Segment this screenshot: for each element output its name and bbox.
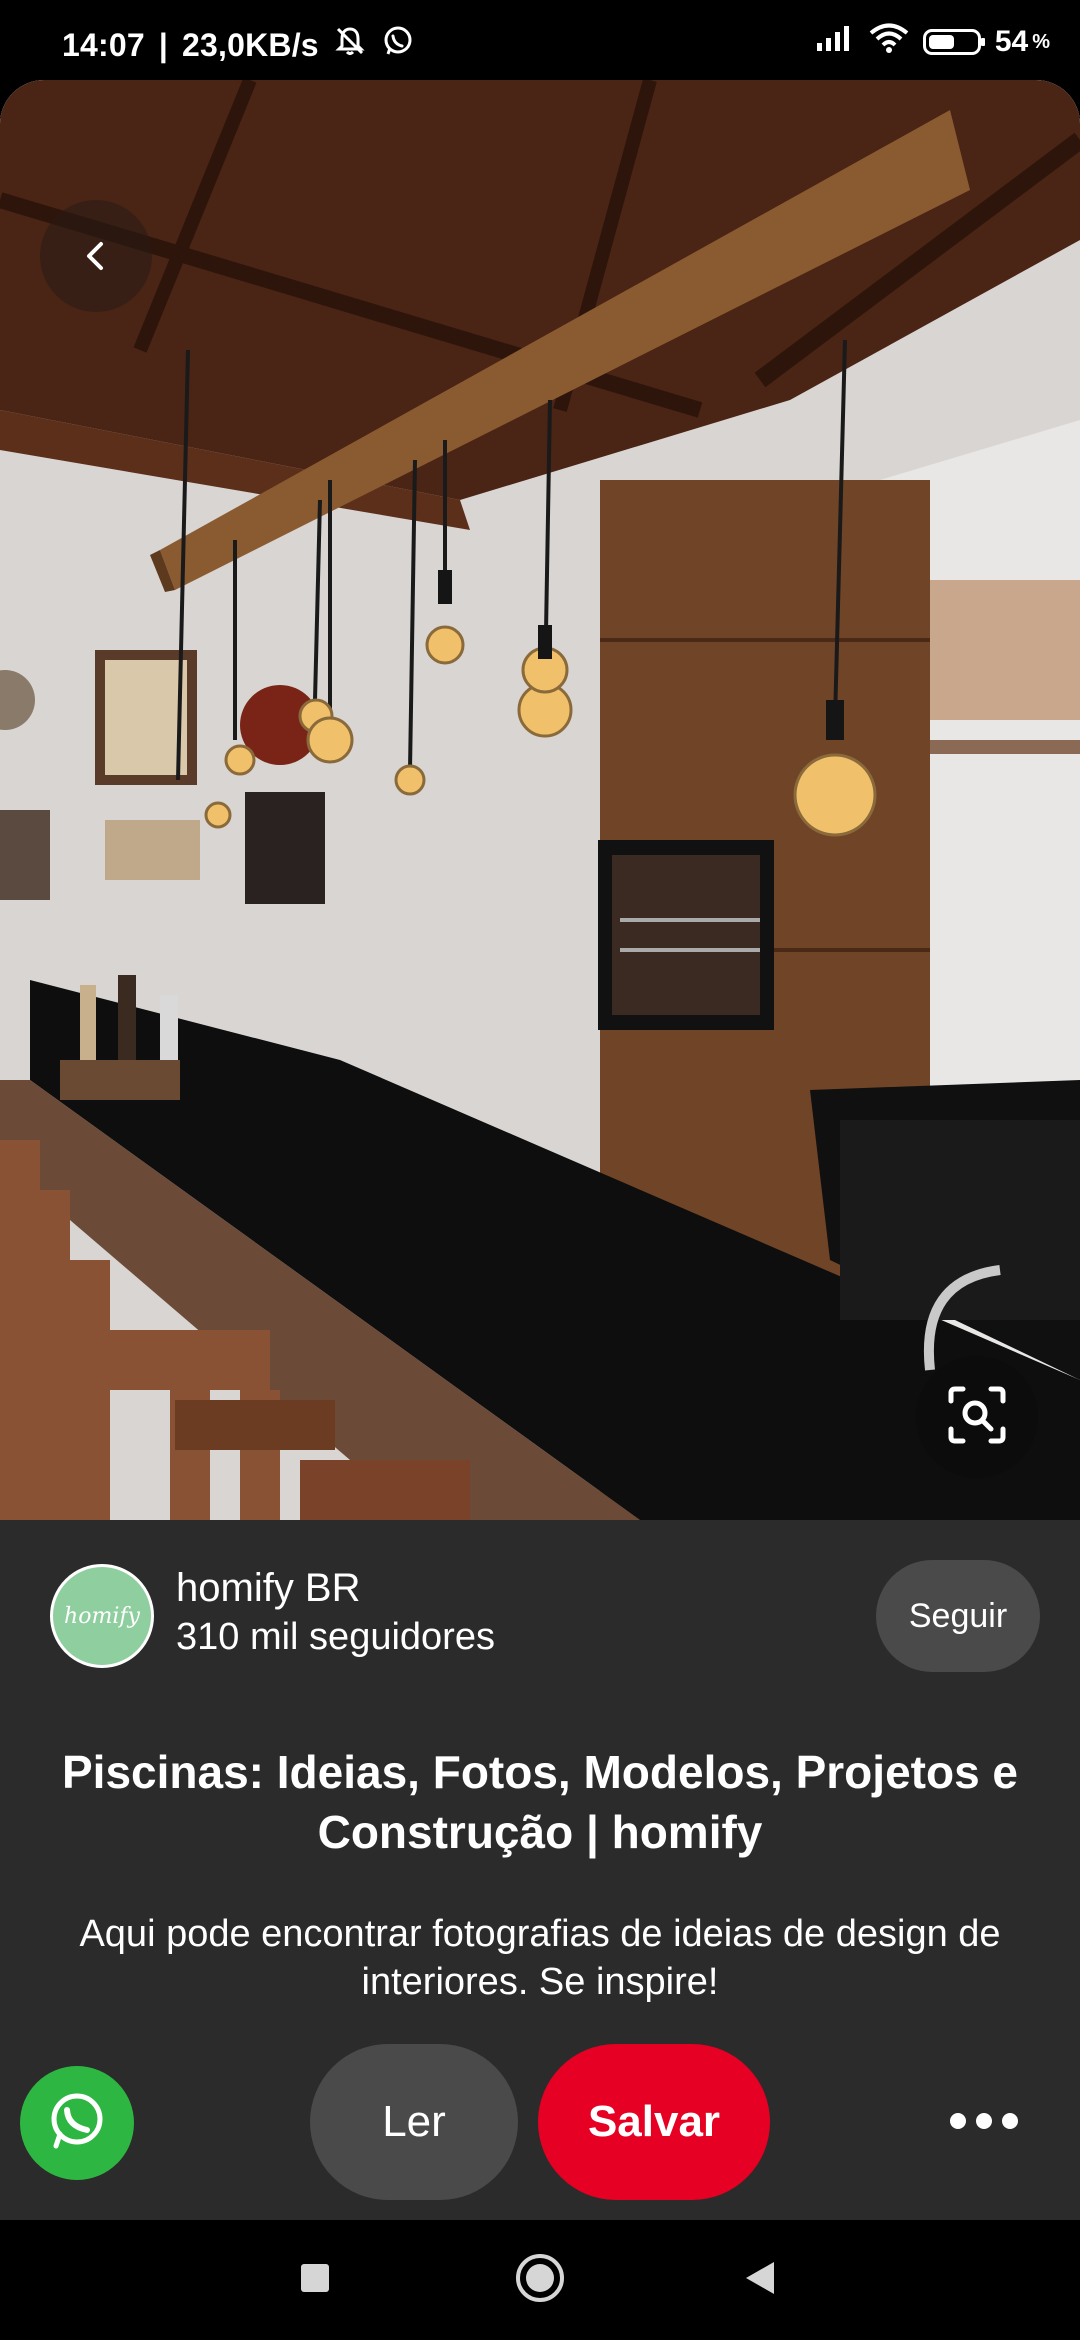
recents-icon [299,2262,331,2299]
pin-description: Aqui pode encontrar fotografias de ideia… [79,1913,1001,2003]
avatar[interactable]: homify [50,1564,154,1668]
follower-count: 310 mil seguidores [176,1616,495,1658]
wifi-icon [869,22,909,62]
more-options-button[interactable] [930,2076,1038,2166]
read-button[interactable]: Ler [310,2044,518,2200]
app-screen: 14:07 | 23,0KB/s 54 % homify homify BR 3… [0,0,1080,2340]
status-bar: 14:07 | 23,0KB/s 54 % [0,0,1080,90]
home-button[interactable] [510,2250,570,2310]
signal-icon [815,23,855,61]
back-button[interactable] [40,200,152,312]
battery-fill [928,35,954,49]
more-dot-icon [950,2113,966,2129]
system-back-button[interactable] [730,2250,790,2310]
visual-search-icon [945,1383,1009,1452]
battery-percent: 54 [994,25,1029,58]
back-icon [742,2260,778,2301]
system-nav-bar [0,2220,1080,2340]
battery-icon [922,29,985,55]
recents-button[interactable] [285,2250,345,2310]
follow-button[interactable]: Seguir [876,1560,1040,1672]
creator-name[interactable]: homify BR [176,1566,361,1611]
more-dot-icon [976,2113,992,2129]
more-dot-icon [1002,2113,1018,2129]
avatar-logo-text: homify [64,1603,140,1629]
visual-search-button[interactable] [916,1356,1038,1478]
whatsapp-share-button[interactable] [20,2066,134,2180]
status-left: 14:07 | 23,0KB/s [62,24,415,66]
status-time: 14:07 [62,26,145,63]
pin-image-illustration [0,80,1080,1520]
home-icon [514,2252,566,2309]
back-icon [76,236,116,276]
battery-percent-sign: % [1032,30,1050,53]
whatsapp-notification-icon [381,24,415,66]
creator-row: homify homify BR 310 mil seguidores Segu… [50,1560,1040,1680]
save-button[interactable]: Salvar [538,2044,770,2200]
status-right: 54 % [815,22,1050,62]
pin-image[interactable] [0,80,1080,1520]
mute-icon [333,24,367,66]
pin-title: Piscinas: Ideias, Fotos, Modelos, Projet… [61,1746,1019,1858]
whatsapp-icon [42,2086,112,2161]
status-separator: | [158,26,168,63]
status-network-speed: 23,0KB/s [182,26,319,63]
action-row: Ler Salvar [0,2040,1080,2200]
